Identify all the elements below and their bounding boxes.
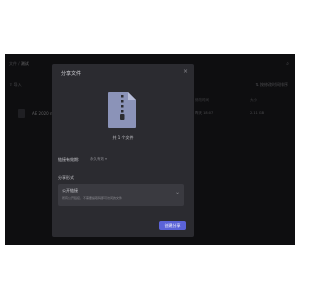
chevron-down-icon: ⌄ xyxy=(174,189,180,196)
validity-label: 链接有效期: xyxy=(58,157,80,162)
dialog-title: 分享文件 xyxy=(61,71,82,77)
share-form-description: 所有公开链接、不需要提取码即可访问的文件 xyxy=(62,196,123,200)
share-dialog: 分享文件 × 共 1 个文件 链接有效期: 永久有效 ▾ 分享形式 公开链接 所… xyxy=(52,64,194,237)
file-manager-window: 文件 / 测试 ⌕ ⇪ 导入 ⇅ 按修改时间排序 修改时间 大小 AE 2020… xyxy=(5,54,295,245)
create-share-button[interactable]: 创建分享 xyxy=(159,221,186,230)
share-form-label: 分享形式 xyxy=(58,175,74,180)
validity-dropdown[interactable]: 永久有效 ▾ xyxy=(90,157,107,162)
file-count: 共 1 个文件 xyxy=(112,135,134,140)
share-form-title: 公开链接 xyxy=(62,188,78,193)
close-icon[interactable]: × xyxy=(183,69,188,75)
zip-file-icon xyxy=(108,92,136,128)
share-form-select[interactable]: 公开链接 所有公开链接、不需要提取码即可访问的文件 ⌄ xyxy=(58,184,184,206)
